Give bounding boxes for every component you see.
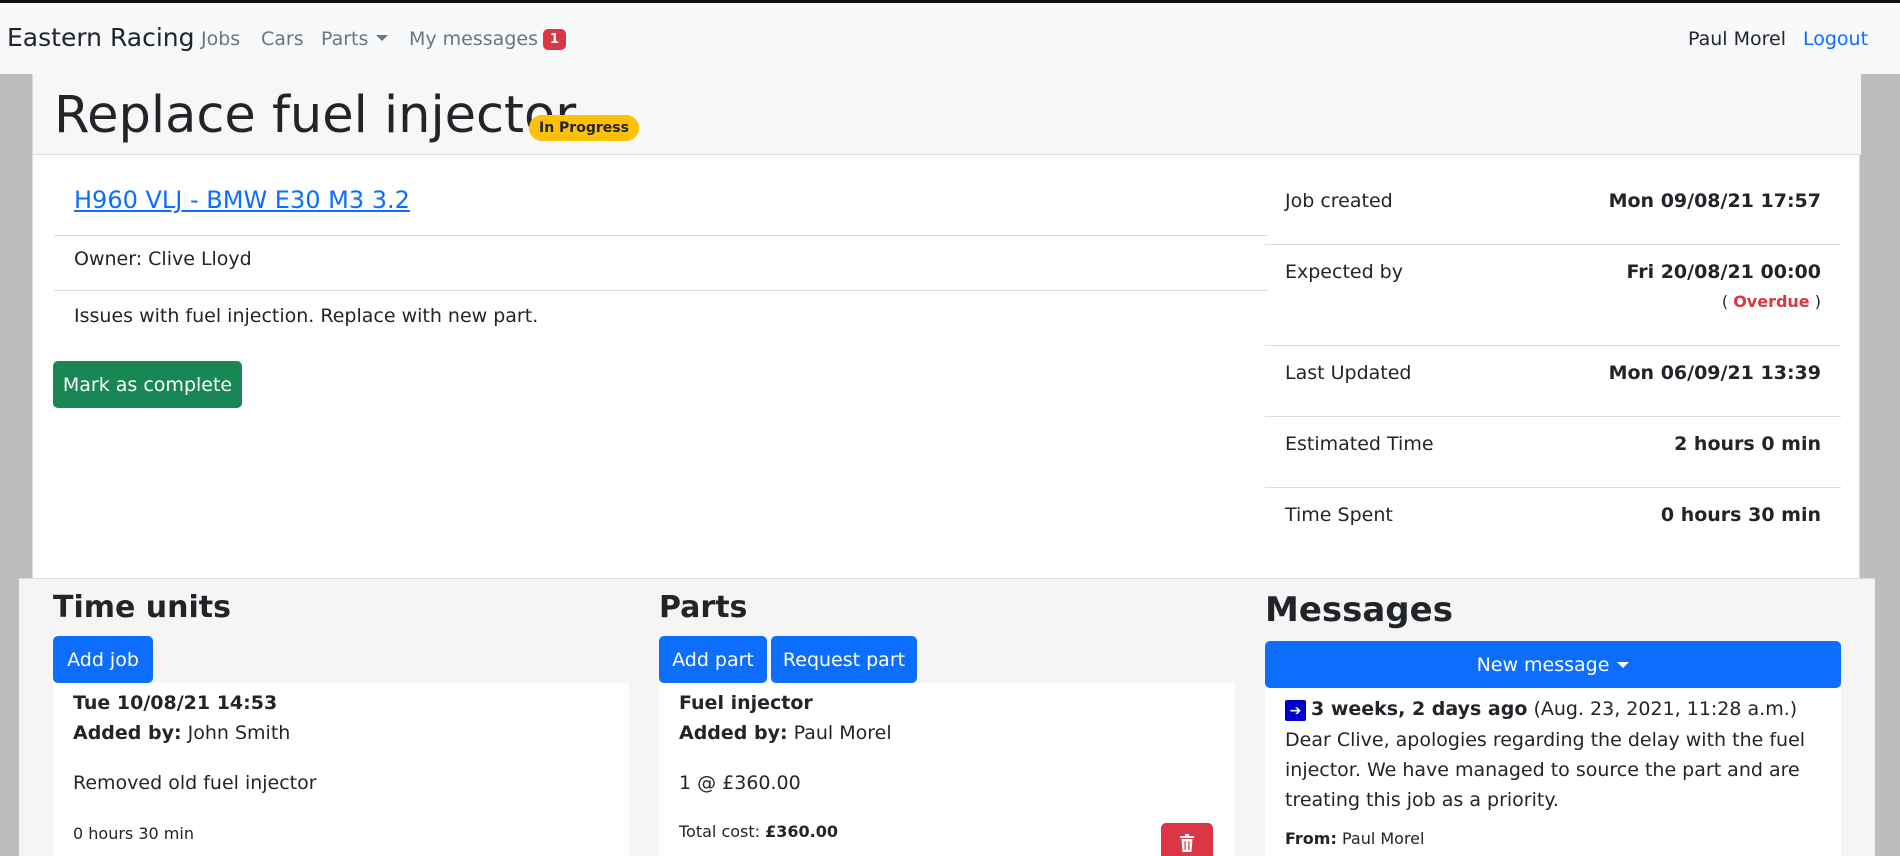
nav-messages-label: My messages xyxy=(409,28,538,50)
added-by-label: Added by: xyxy=(73,722,182,744)
nav-parts-label: Parts xyxy=(321,28,369,50)
divider xyxy=(54,290,1268,291)
part-name: Fuel injector xyxy=(679,692,813,714)
overdue-open: ( xyxy=(1721,292,1729,311)
time-unit-date: Tue 10/08/21 14:53 xyxy=(73,692,278,714)
page-title: Replace fuel injector xyxy=(54,86,577,145)
status-badge: In Progress xyxy=(529,115,639,141)
last-updated-label: Last Updated xyxy=(1285,362,1412,384)
job-created-label: Job created xyxy=(1285,190,1393,212)
car-link[interactable]: H960 VLJ - BMW E30 M3 3.2 xyxy=(74,186,410,214)
nav-cars[interactable]: Cars xyxy=(261,28,304,50)
parts-title: Parts xyxy=(659,590,748,625)
nav-my-messages[interactable]: My messages 1 xyxy=(409,28,567,50)
new-message-label: New message xyxy=(1476,653,1610,676)
time-units-title: Time units xyxy=(53,590,231,625)
current-user-name: Paul Morel xyxy=(1688,28,1786,50)
delete-part-button[interactable] xyxy=(1161,823,1213,856)
part-qty-price: 1 @ £360.00 xyxy=(679,772,801,794)
total-cost-value: £360.00 xyxy=(765,822,839,841)
divider xyxy=(54,235,1268,236)
logout-link[interactable]: Logout xyxy=(1803,28,1868,50)
job-header: Replace fuel injector In Progress xyxy=(33,74,1861,155)
brand-link[interactable]: Eastern Racing xyxy=(7,23,195,52)
add-job-button[interactable]: Add job xyxy=(53,636,153,683)
trash-icon xyxy=(1180,834,1194,852)
divider xyxy=(1265,244,1841,245)
time-spent-value: 0 hours 30 min xyxy=(1660,504,1821,526)
mark-complete-button[interactable]: Mark as complete xyxy=(53,361,242,408)
add-part-button[interactable]: Add part xyxy=(659,636,767,683)
expected-by-label: Expected by xyxy=(1285,261,1403,283)
divider xyxy=(1265,416,1841,417)
overdue-close: ) xyxy=(1814,292,1821,311)
overdue-indicator: ( Overdue ) xyxy=(1722,292,1821,311)
messages-title: Messages xyxy=(1265,590,1453,630)
expected-by-value: Fri 20/08/21 00:00 xyxy=(1626,261,1821,283)
nav-jobs[interactable]: Jobs xyxy=(201,28,240,50)
job-created-value: Mon 09/08/21 17:57 xyxy=(1608,190,1821,212)
added-by-label: Added by: xyxy=(679,722,788,744)
time-unit-added-by: Added by: John Smith xyxy=(73,722,290,744)
job-card: Replace fuel injector In Progress H960 V… xyxy=(19,74,1875,856)
new-message-dropdown[interactable]: New message xyxy=(1265,641,1841,688)
added-by-name: Paul Morel xyxy=(793,722,892,744)
from-name: Paul Morel xyxy=(1341,829,1425,848)
time-unit-item: Tue 10/08/21 14:53 Added by: John Smith … xyxy=(53,683,629,856)
added-by-name: John Smith xyxy=(187,722,291,744)
request-part-button[interactable]: Request part xyxy=(771,636,917,683)
unread-count-badge: 1 xyxy=(542,29,567,50)
divider xyxy=(1265,345,1841,346)
divider xyxy=(1265,487,1841,488)
message-timestamp: (Aug. 23, 2021, 11:28 a.m.) xyxy=(1533,698,1798,720)
part-total-cost: Total cost: £360.00 xyxy=(679,822,838,841)
time-unit-duration: 0 hours 30 min xyxy=(73,824,194,843)
nav-parts-dropdown[interactable]: Parts xyxy=(321,28,389,50)
message-age: 3 weeks, 2 days ago xyxy=(1311,698,1528,720)
message-from: From: Paul Morel xyxy=(1285,829,1424,848)
job-owner: Owner: Clive Lloyd xyxy=(74,248,252,270)
estimated-time-label: Estimated Time xyxy=(1285,433,1434,455)
navbar: Eastern Racing Jobs Cars Parts My messag… xyxy=(0,3,1900,74)
job-description: Issues with fuel injection. Replace with… xyxy=(74,305,539,327)
overdue-text: Overdue xyxy=(1733,292,1810,311)
from-label: From: xyxy=(1285,829,1337,848)
chevron-down-icon xyxy=(376,35,389,41)
part-item: Fuel injector Added by: Paul Morel 1 @ £… xyxy=(659,683,1235,856)
chevron-down-icon xyxy=(1617,661,1630,668)
total-cost-label: Total cost: xyxy=(679,822,761,841)
message-meta: 3 weeks, 2 days ago (Aug. 23, 2021, 11:2… xyxy=(1311,698,1797,720)
time-spent-label: Time Spent xyxy=(1285,504,1393,526)
outgoing-arrow-icon: ➔ xyxy=(1285,700,1306,721)
time-unit-note: Removed old fuel injector xyxy=(73,772,317,794)
last-updated-value: Mon 06/09/21 13:39 xyxy=(1608,362,1821,384)
message-body: Dear Clive, apologies regarding the dela… xyxy=(1285,729,1806,811)
estimated-time-value: 2 hours 0 min xyxy=(1674,433,1821,455)
message-item: ➔ 3 weeks, 2 days ago (Aug. 23, 2021, 11… xyxy=(1265,688,1841,856)
part-added-by: Added by: Paul Morel xyxy=(679,722,892,744)
